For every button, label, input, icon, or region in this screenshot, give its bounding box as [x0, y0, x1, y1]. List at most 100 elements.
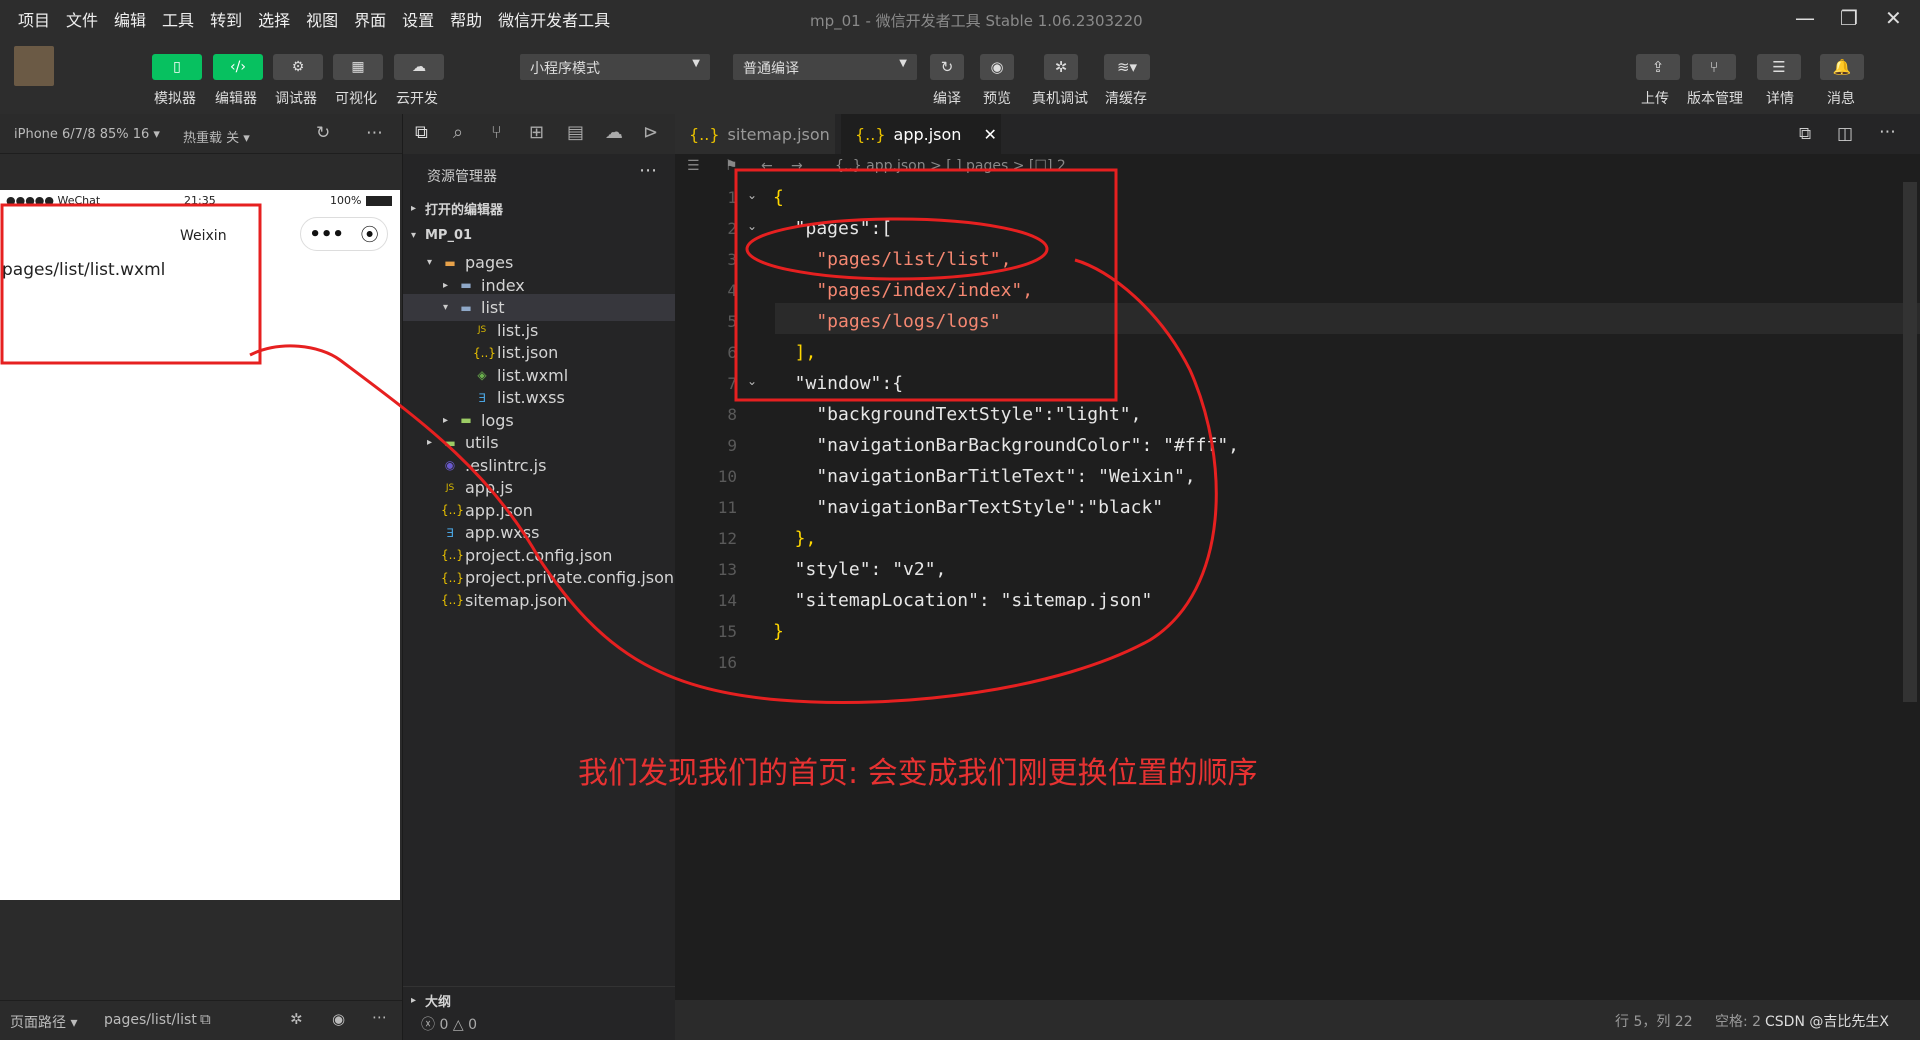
mode-select[interactable]: 小程序模式 ▼	[520, 54, 710, 80]
version-button-label[interactable]: 版本管理	[1687, 88, 1743, 108]
menu-item[interactable]: 帮助	[442, 7, 490, 31]
cloud-button-label[interactable]: 云开发	[396, 88, 438, 108]
code-line[interactable]: 4 "pages/index/index",	[675, 275, 1920, 306]
simulator-button-label[interactable]: 模拟器	[154, 88, 196, 108]
code-line[interactable]: 13 "style": "v2",	[675, 554, 1920, 585]
copy-icon[interactable]: ⧉	[200, 1010, 211, 1028]
code-line[interactable]: 8 "backgroundTextStyle":"light",	[675, 399, 1920, 430]
open-changes-icon[interactable]: ⧉	[1799, 124, 1811, 144]
cursor-position[interactable]: 行 5，列 22	[1615, 1011, 1693, 1031]
open-editors-section[interactable]: ▸ 打开的编辑器	[403, 195, 676, 222]
file-tree-item[interactable]: {..} sitemap.json	[403, 587, 676, 614]
list-icon[interactable]: ☰	[687, 158, 700, 174]
bug-icon[interactable]: ✲	[1044, 54, 1078, 80]
code-line[interactable]: 6 ],	[675, 337, 1920, 368]
avatar[interactable]	[14, 46, 54, 86]
code-line[interactable]: 3 "pages/list/list",	[675, 244, 1920, 275]
menu-item[interactable]: 文件	[58, 7, 106, 31]
visual-icon[interactable]: ▦	[333, 54, 383, 80]
capsule-menu[interactable]: ••• ⦿	[300, 217, 388, 251]
menu-icon[interactable]: ☰	[1757, 54, 1801, 80]
bookmark-icon[interactable]: ⚑	[725, 158, 738, 174]
debug-icon[interactable]: ⊳	[643, 122, 658, 143]
page-path-label[interactable]: 页面路径 ▾	[10, 1012, 77, 1032]
tab-app-json[interactable]: {..} app.json ✕	[841, 114, 1001, 154]
branch-icon[interactable]: ⑂	[1692, 54, 1736, 80]
split-editor-icon[interactable]: ◫	[1837, 124, 1853, 144]
project-section[interactable]: ▾ MP_01	[403, 222, 676, 249]
source-control-icon[interactable]: ⑂	[491, 122, 502, 143]
forward-icon[interactable]: →	[791, 158, 803, 174]
code-line[interactable]: 15}	[675, 616, 1920, 647]
code-line[interactable]: 12 },	[675, 523, 1920, 554]
cloud-icon[interactable]: ☁	[394, 54, 444, 80]
code-line[interactable]: 5 "pages/logs/logs"	[675, 306, 1920, 337]
search-icon[interactable]: ⌕	[453, 122, 463, 143]
rotate-icon[interactable]: ↻	[316, 123, 330, 143]
tab-sitemap-json[interactable]: {..} sitemap.json	[675, 114, 835, 154]
storage-icon[interactable]: ▤	[567, 122, 584, 143]
minimize-icon[interactable]: —	[1795, 6, 1815, 30]
menu-item[interactable]: 工具	[154, 7, 202, 31]
menu-item[interactable]: 项目	[10, 7, 58, 31]
menu-item[interactable]: 视图	[298, 7, 346, 31]
bug-icon[interactable]: ✲	[290, 1010, 303, 1028]
indentation[interactable]: 空格: 2	[1715, 1011, 1761, 1031]
code-line[interactable]: 7 "window":{	[675, 368, 1920, 399]
more-icon[interactable]: ⋯	[372, 1008, 387, 1026]
code-line[interactable]: 2 "pages":[	[675, 213, 1920, 244]
upload-icon[interactable]: ⇪	[1636, 54, 1680, 80]
close-capsule-icon[interactable]: ⦿	[361, 221, 379, 247]
cloud-icon[interactable]: ☁	[605, 122, 623, 143]
visual-button-label[interactable]: 可视化	[335, 88, 377, 108]
code-line[interactable]: 10 "navigationBarTitleText": "Weixin",	[675, 461, 1920, 492]
outline-section[interactable]: ▸ 大纲	[403, 986, 676, 1013]
preview-button-label[interactable]: 预览	[983, 88, 1011, 108]
menu-item[interactable]: 转到	[202, 7, 250, 31]
maximize-icon[interactable]: ❐	[1840, 6, 1858, 30]
menu-item[interactable]: 界面	[346, 7, 394, 31]
eye-icon[interactable]: ◉	[980, 54, 1014, 80]
more-dots-icon[interactable]: •••	[309, 224, 344, 245]
menu-item[interactable]: 微信开发者工具	[490, 7, 618, 31]
editor-icon[interactable]: ‹/›	[213, 54, 263, 80]
menu-item[interactable]: 编辑	[106, 7, 154, 31]
fold-chevron-icon[interactable]: ⌄	[747, 219, 757, 233]
files-icon[interactable]: ⧉	[415, 122, 428, 143]
messages-button-label[interactable]: 消息	[1827, 88, 1855, 108]
refresh-icon[interactable]: ↻	[930, 54, 964, 80]
code-line[interactable]: 11 "navigationBarTextStyle":"black"	[675, 492, 1920, 523]
extensions-icon[interactable]: ⊞	[529, 122, 544, 143]
fold-chevron-icon[interactable]: ⌄	[747, 374, 757, 388]
more-icon[interactable]: ⋯	[639, 160, 657, 181]
menu-item[interactable]: 选择	[250, 7, 298, 31]
compile-select[interactable]: 普通编译 ▼	[733, 54, 917, 80]
upload-button-label[interactable]: 上传	[1641, 88, 1669, 108]
debugger-button-label[interactable]: 调试器	[275, 88, 317, 108]
code-line[interactable]: 16	[675, 647, 1920, 678]
device-debug-button-label[interactable]: 真机调试	[1032, 88, 1088, 108]
layers-icon[interactable]: ≋▾	[1104, 54, 1150, 80]
fold-chevron-icon[interactable]: ⌄	[747, 188, 757, 202]
eye-icon[interactable]: ◉	[332, 1010, 345, 1028]
close-tab-icon[interactable]: ✕	[983, 125, 996, 144]
breadcrumb-path[interactable]: {..} app.json > [ ] pages > [☐] 2	[835, 158, 1066, 174]
details-button-label[interactable]: 详情	[1766, 88, 1794, 108]
more-icon[interactable]: ⋯	[1879, 122, 1896, 142]
menu-item[interactable]: 设置	[394, 7, 442, 31]
simulator-icon[interactable]: ▯	[152, 54, 202, 80]
more-icon[interactable]: ⋯	[366, 123, 383, 143]
problems-indicator[interactable]: ⓧ 0 △ 0	[421, 1014, 477, 1034]
editor-button-label[interactable]: 编辑器	[215, 88, 257, 108]
debugger-icon[interactable]: ⚙	[273, 54, 323, 80]
device-select[interactable]: iPhone 6/7/8 85% 16 ▾	[14, 127, 160, 142]
code-line[interactable]: 1{	[675, 182, 1920, 213]
scrollbar[interactable]	[1903, 182, 1917, 702]
compile-button-label[interactable]: 编译	[933, 88, 961, 108]
clear-cache-button-label[interactable]: 清缓存	[1105, 88, 1147, 108]
code-line[interactable]: 14 "sitemapLocation": "sitemap.json"	[675, 585, 1920, 616]
bell-icon[interactable]: 🔔	[1820, 54, 1864, 80]
close-window-icon[interactable]: ✕	[1885, 6, 1902, 30]
back-icon[interactable]: ←	[761, 158, 773, 174]
hot-reload-select[interactable]: 热重载 关 ▾	[183, 127, 250, 146]
